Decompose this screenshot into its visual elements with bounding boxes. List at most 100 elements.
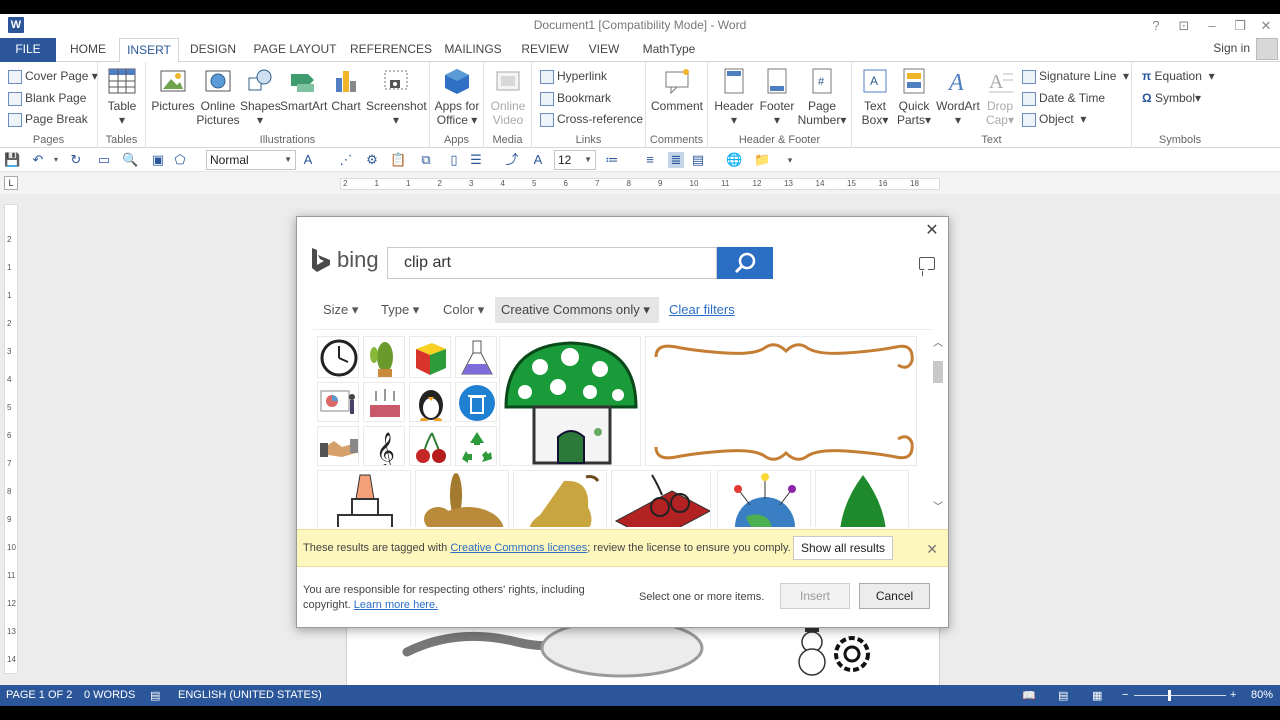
result-globe-pins[interactable] xyxy=(717,470,811,527)
filter-license[interactable]: Creative Commons only ▾ xyxy=(495,297,659,323)
paste-icon[interactable]: 📋 xyxy=(390,152,406,168)
learn-more-link[interactable]: Learn more here. xyxy=(354,599,438,611)
quick-parts-button[interactable]: Quick Parts▾ xyxy=(894,66,934,127)
shapes-quick-icon[interactable]: ⬠ xyxy=(172,152,188,168)
redo-icon[interactable]: ↻ xyxy=(68,152,84,168)
online-video-button[interactable]: Online Video xyxy=(486,66,530,127)
result-ornament-frame[interactable] xyxy=(645,336,917,466)
borders-icon[interactable]: ▤ xyxy=(690,152,706,168)
clear-formatting-icon[interactable]: ⋰ xyxy=(338,152,354,168)
signature-line-button[interactable]: Signature Line ▾ xyxy=(1022,66,1129,86)
filter-type[interactable]: Type ▾ xyxy=(375,297,425,323)
apps-for-office-button[interactable]: Apps for Office ▾ xyxy=(433,66,481,127)
horizontal-ruler[interactable]: 2 1 1 2 3 4 5 6 7 8 9 10 11 12 13 14 15 16 18 xyxy=(340,178,940,190)
cancel-button[interactable]: Cancel xyxy=(859,583,930,609)
zoom-in-icon[interactable]: + xyxy=(1230,689,1236,701)
symbol-button[interactable]: Ω Symbol▾ xyxy=(1142,88,1201,108)
drop-cap-button[interactable]: A Drop Cap▾ xyxy=(980,66,1020,127)
screenshot-button[interactable]: Screenshot ▾ xyxy=(366,66,427,127)
result-handshake[interactable] xyxy=(317,426,359,466)
hyperlink-button[interactable]: Hyperlink xyxy=(540,66,607,86)
font-size-select[interactable]: 12 ▼ xyxy=(554,150,596,170)
print-layout-icon[interactable]: ▭ xyxy=(96,152,112,168)
creative-commons-link[interactable]: Creative Commons licenses xyxy=(450,542,587,554)
zoom-out-icon[interactable]: − xyxy=(1122,689,1128,701)
restore-button[interactable]: ❐ xyxy=(1226,17,1254,35)
filter-color[interactable]: Color ▾ xyxy=(437,297,490,323)
footer-button[interactable]: Footer ▾ xyxy=(756,66,798,127)
folder-icon[interactable]: 📁 xyxy=(754,152,770,168)
result-book-glasses[interactable] xyxy=(611,470,711,527)
tab-references[interactable]: REFERENCES xyxy=(350,38,432,62)
undo-dropdown-icon[interactable]: ▾ xyxy=(48,152,64,168)
object-button[interactable]: Object ▾ xyxy=(1022,109,1086,129)
tab-selector[interactable]: L xyxy=(4,176,18,190)
result-cherries[interactable] xyxy=(409,426,451,466)
new-page-icon[interactable]: ▯ xyxy=(446,152,462,168)
result-birthday-cake[interactable] xyxy=(363,382,405,422)
wordart-button[interactable]: A WordArt ▾ xyxy=(934,66,982,127)
shapes-button[interactable]: Shapes ▾ xyxy=(240,66,281,127)
help-icon[interactable]: ? xyxy=(1142,17,1170,35)
smartart-button[interactable]: SmartArt xyxy=(280,66,327,113)
bookmark-button[interactable]: Bookmark xyxy=(540,88,611,108)
tab-home[interactable]: HOME xyxy=(62,38,114,62)
chart-button[interactable]: Chart xyxy=(326,66,366,113)
result-flask[interactable] xyxy=(455,336,497,378)
online-pictures-button[interactable]: Online Pictures xyxy=(196,66,240,127)
bullets-icon[interactable]: ≔ xyxy=(604,152,620,168)
tab-insert[interactable]: INSERT xyxy=(119,38,179,63)
tab-design[interactable]: DESIGN xyxy=(186,38,240,62)
blank-page-button[interactable]: Blank Page xyxy=(8,88,86,108)
avatar[interactable] xyxy=(1256,38,1278,60)
show-all-results-button[interactable]: Show all results xyxy=(793,536,894,560)
print-preview-icon[interactable]: 🔍 xyxy=(122,152,138,168)
result-pear[interactable] xyxy=(513,470,607,527)
feedback-icon[interactable] xyxy=(919,257,935,270)
result-cactus[interactable] xyxy=(363,336,405,378)
language[interactable]: ENGLISH (UNITED STATES) xyxy=(178,689,322,701)
save-as-icon[interactable]: ▣ xyxy=(150,152,166,168)
cover-page-button[interactable]: Cover Page ▾ xyxy=(8,66,98,86)
result-rabbit[interactable] xyxy=(415,470,509,527)
scrollbar-thumb[interactable] xyxy=(933,361,943,383)
result-rubiks-cube[interactable] xyxy=(409,336,451,378)
minimize-button[interactable]: – xyxy=(1198,17,1226,35)
web-layout-icon[interactable]: 🌐 xyxy=(726,152,742,168)
results-scrollbar[interactable]: ︿ ﹀ xyxy=(931,339,945,517)
print-layout-view-icon[interactable]: ▤ xyxy=(1058,689,1068,702)
equation-button[interactable]: π Equation ▾ xyxy=(1142,66,1215,86)
date-time-button[interactable]: Date & Time xyxy=(1022,88,1105,108)
close-notice-icon[interactable]: ✕ xyxy=(926,541,938,558)
save-icon[interactable]: 💾 xyxy=(4,152,20,168)
tab-page-layout[interactable]: PAGE LAYOUT xyxy=(250,38,340,62)
insert-button[interactable]: Insert xyxy=(780,583,850,609)
search-button[interactable] xyxy=(717,247,773,279)
sign-in-link[interactable]: Sign in xyxy=(1213,41,1250,55)
page-number-button[interactable]: # Page Number▾ xyxy=(796,66,848,127)
tab-file[interactable]: FILE xyxy=(0,38,56,62)
pictures-button[interactable]: Pictures xyxy=(150,66,196,113)
undo-icon[interactable]: ↶ xyxy=(30,152,46,168)
clear-filters-link[interactable]: Clear filters xyxy=(663,297,741,323)
line-spacing-icon[interactable]: ☰ xyxy=(468,152,484,168)
tab-mailings[interactable]: MAILINGS xyxy=(440,38,506,62)
word-count[interactable]: 0 WORDS xyxy=(84,689,135,701)
table-button[interactable]: Table ▾ xyxy=(104,66,140,127)
result-clock[interactable] xyxy=(317,336,359,378)
comment-button[interactable]: Comment xyxy=(650,66,704,113)
close-window-button[interactable]: ✕ xyxy=(1252,17,1280,35)
scroll-up-icon[interactable]: ︿ xyxy=(933,339,943,349)
cross-reference-button[interactable]: Cross-reference xyxy=(540,109,643,129)
result-green-tree[interactable] xyxy=(815,470,909,527)
font-color-icon[interactable]: A xyxy=(530,152,546,168)
zoom-level[interactable]: 80% xyxy=(1251,689,1273,701)
ribbon-display-options-icon[interactable]: ⊡ xyxy=(1170,17,1198,35)
vertical-ruler[interactable]: 2 1 1 2 3 4 5 6 7 8 9 10 11 12 13 14 xyxy=(4,204,18,674)
page-break-button[interactable]: Page Break xyxy=(8,109,88,129)
style-select[interactable]: Normal ▼ xyxy=(206,150,296,170)
result-presentation[interactable] xyxy=(317,382,359,422)
close-dialog-icon[interactable]: ✕ xyxy=(924,223,940,239)
result-recycle-bin-sign[interactable] xyxy=(455,382,497,422)
page-count[interactable]: PAGE 1 OF 2 xyxy=(6,689,72,701)
